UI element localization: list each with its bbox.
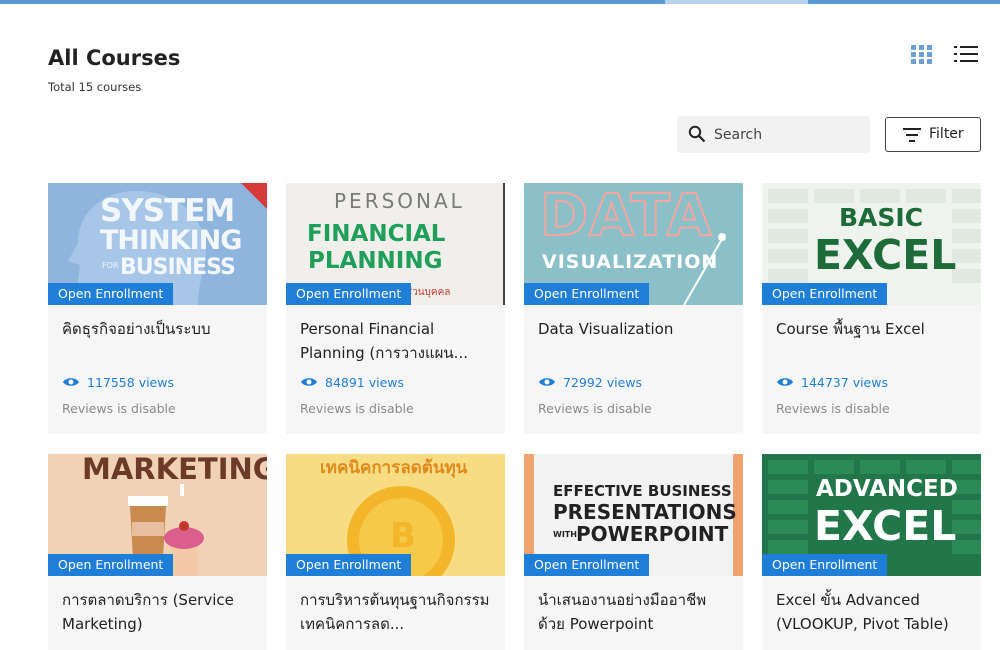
thumb-line-1: SYSTEM: [100, 193, 235, 229]
filter-button-label: Filter: [929, 126, 964, 142]
course-title[interactable]: Personal Financial Planning (การวางแผน..…: [300, 317, 494, 365]
enrollment-badge: Open Enrollment: [286, 554, 412, 576]
course-count: Total 15 courses: [48, 80, 142, 94]
coin-symbol: B: [390, 516, 416, 556]
page-title: All Courses: [48, 46, 181, 70]
thumb-line-1: ADVANCED: [816, 476, 958, 502]
view-count-text: 117558 views: [87, 375, 174, 390]
course-card[interactable]: MARKETING Open Enrollment การตลาดบริการ …: [48, 454, 267, 650]
thumb-line-1: PERSONAL: [334, 189, 465, 213]
filter-button[interactable]: Filter: [885, 117, 981, 152]
enrollment-badge: Open Enrollment: [524, 283, 650, 305]
thumb-line-2: VISUALIZATION: [542, 251, 719, 273]
thumb-line-4: ส่วนบุคคล: [406, 287, 451, 298]
top-progress-bar-segment: [665, 0, 808, 4]
course-card[interactable]: ADVANCED EXCEL Open Enrollment Excel ขั้…: [762, 454, 981, 650]
thumb-line-3: PLANNING: [308, 248, 443, 274]
reviews-status: Reviews is disable: [538, 401, 652, 416]
thumb-line-2: THINKING: [100, 225, 242, 256]
search-input[interactable]: [714, 122, 864, 147]
view-count-text: 72992 views: [563, 375, 643, 390]
search-icon: [688, 125, 706, 143]
view-count-text: 84891 views: [325, 375, 405, 390]
thumb-line-2: FINANCIAL: [307, 221, 446, 247]
view-count-text: 144737 views: [801, 375, 888, 390]
course-title[interactable]: Excel ขั้น Advanced (VLOOKUP, Pivot Tabl…: [776, 588, 970, 636]
eye-icon: [777, 378, 793, 386]
enrollment-badge: Open Enrollment: [48, 554, 174, 576]
enrollment-badge: Open Enrollment: [524, 554, 650, 576]
search-box[interactable]: [677, 116, 870, 153]
eye-icon: [63, 378, 79, 386]
view-count: 144737 views: [776, 375, 888, 390]
course-card[interactable]: BASIC EXCEL Open Enrollment Course พื้นฐ…: [762, 183, 981, 434]
eye-icon: [301, 378, 317, 386]
course-card[interactable]: เทคนิคการลดต้นทุน B Open Enrollment การบ…: [286, 454, 505, 650]
reviews-status: Reviews is disable: [62, 401, 176, 416]
list-view-icon[interactable]: [954, 44, 978, 64]
thumb-line-1: EFFECTIVE BUSINESS: [553, 482, 732, 500]
reviews-status: Reviews is disable: [776, 401, 890, 416]
course-title[interactable]: Course พื้นฐาน Excel: [776, 317, 970, 341]
view-count: 117558 views: [62, 375, 174, 390]
thumb-line-1: DATA: [539, 183, 713, 250]
thumb-line-4: BUSINESS: [120, 255, 236, 280]
view-count: 84891 views: [300, 375, 404, 390]
reviews-status: Reviews is disable: [300, 401, 414, 416]
thumb-line-2: EXCEL: [814, 502, 957, 550]
thumb-line-1: MARKETING: [82, 454, 267, 486]
thumb-line-2: EXCEL: [814, 231, 957, 279]
thumb-line-3: FOR: [102, 261, 119, 270]
thumb-line-4: POWERPOINT: [576, 522, 729, 546]
enrollment-badge: Open Enrollment: [286, 283, 412, 305]
thumb-line-1: เทคนิคการลดต้นทุน: [320, 458, 468, 478]
view-count: 72992 views: [538, 375, 642, 390]
course-card[interactable]: EFFECTIVE BUSINESS PRESENTATIONS WITH PO…: [524, 454, 743, 650]
course-card[interactable]: DATA VISUALIZATION Open Enrollment Data …: [524, 183, 743, 434]
enrollment-badge: Open Enrollment: [48, 283, 174, 305]
thumb-line-1: BASIC: [839, 203, 924, 232]
enrollment-badge: Open Enrollment: [762, 283, 888, 305]
grid-view-icon[interactable]: [911, 45, 932, 65]
course-title[interactable]: Data Visualization: [538, 317, 732, 341]
eye-icon: [539, 378, 555, 386]
course-title[interactable]: คิดธุรกิจอย่างเป็นระบบ: [62, 317, 256, 341]
filter-icon: [903, 128, 921, 142]
top-progress-bar: [0, 0, 1000, 4]
thumb-line-3: WITH: [553, 530, 577, 539]
course-card[interactable]: PERSONAL FINANCIAL PLANNING ส่วนบุคคล Op…: [286, 183, 505, 434]
thumb-line-2: PRESENTATIONS: [553, 500, 737, 524]
course-title[interactable]: การบริหารต้นทุนฐานกิจกรรม เทคนิคการลด...: [300, 588, 494, 636]
enrollment-badge: Open Enrollment: [762, 554, 888, 576]
course-title[interactable]: นำเสนองานอย่างมืออาชีพ ด้วย Powerpoint: [538, 588, 732, 636]
course-card[interactable]: SYSTEM THINKING FOR BUSINESS Open Enroll…: [48, 183, 267, 434]
course-title[interactable]: การตลาดบริการ (Service Marketing): [62, 588, 256, 636]
